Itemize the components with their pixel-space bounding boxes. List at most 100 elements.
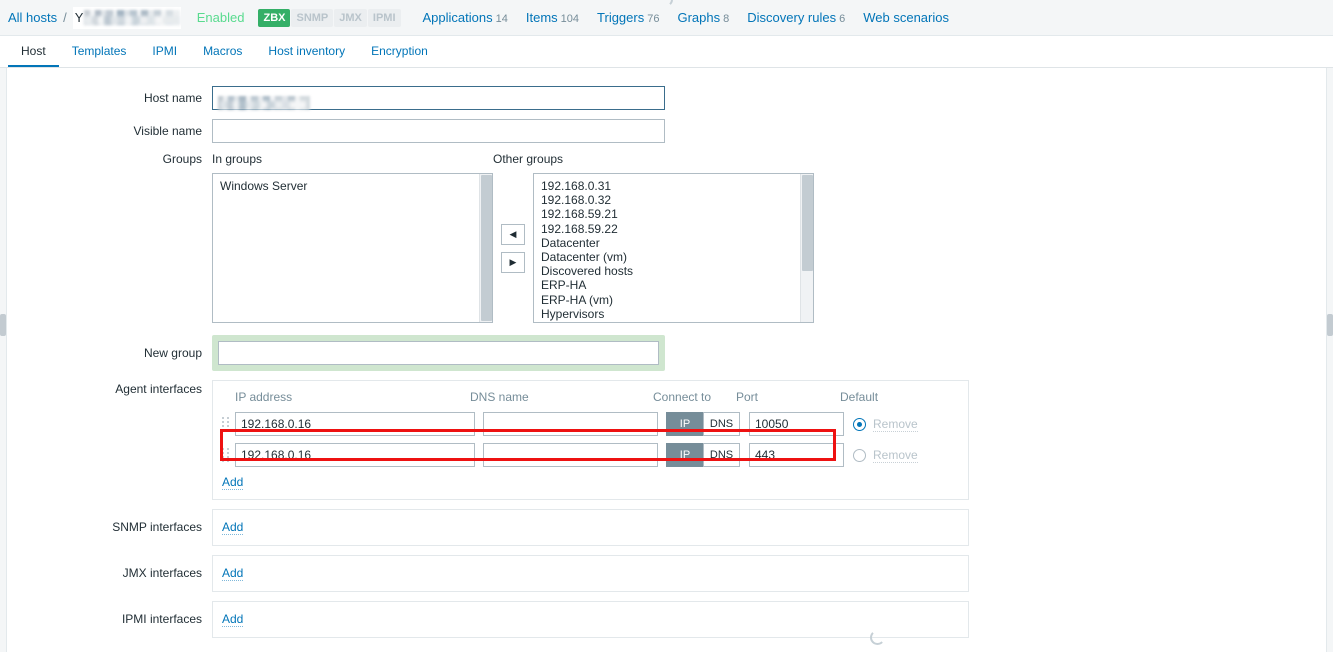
interface-ip-input[interactable] — [235, 412, 475, 436]
list-item[interactable]: Hypervisors — [539, 307, 813, 321]
host-status-toggle[interactable]: Enabled — [197, 10, 245, 25]
label-other-groups: Other groups — [493, 152, 564, 166]
group-transfer-buttons: ◀ ▶ — [493, 173, 533, 323]
label-ipmi-interfaces: IPMI interfaces — [121, 612, 202, 626]
redacted-host-name-overlay — [83, 9, 180, 25]
visible-name-input[interactable] — [212, 119, 665, 143]
jmx-interfaces-panel: Add — [212, 555, 969, 592]
connect-to-ip-button[interactable]: IP — [666, 412, 703, 436]
list-item[interactable]: 192.168.59.22 — [539, 222, 813, 236]
list-item[interactable]: ERP-HA (vm) — [539, 293, 813, 307]
nav-discovery-rules-label: Discovery rules — [747, 10, 837, 25]
nav-discovery-rules-count: 6 — [839, 13, 846, 25]
row-agent-interfaces: Agent interfaces IP address DNS name Con… — [0, 380, 1333, 500]
nav-graphs[interactable]: Graphs 8 — [677, 10, 729, 25]
in-groups-scrollbar[interactable] — [479, 174, 492, 322]
list-item[interactable]: 192.168.0.32 — [539, 193, 813, 207]
list-item[interactable]: 192.168.0.31 — [539, 179, 813, 193]
row-host-name: Host name — [0, 86, 1333, 110]
agent-interfaces-column-headers: IP address DNS name Connect to Port Defa… — [222, 387, 959, 406]
tab-ipmi[interactable]: IPMI — [139, 36, 190, 67]
connect-to-dns-button[interactable]: DNS — [703, 443, 740, 467]
agent-interfaces-panel: IP address DNS name Connect to Port Defa… — [212, 380, 969, 500]
tab-host[interactable]: Host — [8, 36, 59, 67]
interface-port-input[interactable] — [749, 443, 844, 467]
interface-default-cell: Remove — [853, 448, 953, 463]
drag-handle-icon[interactable] — [222, 416, 231, 432]
list-item[interactable]: Windows Server — [218, 179, 492, 193]
in-groups-scroll-thumb[interactable] — [481, 175, 492, 321]
add-snmp-interface-link[interactable]: Add — [222, 520, 244, 535]
in-groups-listbox[interactable]: Windows Server — [212, 173, 493, 323]
new-group-input[interactable] — [218, 341, 659, 365]
tab-templates[interactable]: Templates — [59, 36, 140, 67]
tab-host-inventory[interactable]: Host inventory — [255, 36, 358, 67]
list-item[interactable]: Datacenter (vm) — [539, 250, 813, 264]
add-ipmi-interface-link[interactable]: Add — [222, 612, 244, 627]
interface-connect-toggle: IP DNS — [666, 412, 741, 436]
groups-column-headers: In groups Other groups — [212, 152, 1333, 166]
other-groups-listbox[interactable]: 192.168.0.31 192.168.0.32 192.168.59.21 … — [533, 173, 814, 323]
host-nav-links: Applications 14 Items 104 Triggers 76 Graph… — [423, 10, 949, 25]
drag-handle-icon[interactable] — [222, 447, 231, 463]
label-host-name: Host name — [143, 91, 202, 105]
connect-to-ip-button[interactable]: IP — [666, 443, 703, 467]
badge-zbx[interactable]: ZBX — [258, 8, 291, 27]
nav-web-scenarios[interactable]: Web scenarios — [863, 10, 949, 25]
breadcrumb-host-name[interactable]: Y — [72, 6, 181, 29]
ipmi-interfaces-panel: Add — [212, 601, 969, 638]
row-ipmi-interfaces: IPMI interfaces Add — [0, 601, 1333, 645]
label-snmp-interfaces: SNMP interfaces — [112, 520, 202, 534]
label-in-groups: In groups — [212, 152, 263, 166]
badge-snmp[interactable]: SNMP — [291, 8, 334, 27]
nav-items[interactable]: Items 104 — [526, 10, 579, 25]
agent-interface-row: IP DNS Remove — [222, 411, 959, 437]
badge-ipmi[interactable]: IPMI — [367, 8, 401, 27]
nav-discovery-rules[interactable]: Discovery rules 6 — [747, 10, 845, 25]
breadcrumb-all-hosts[interactable]: All hosts — [8, 10, 57, 25]
default-interface-radio[interactable] — [853, 417, 866, 431]
nav-triggers-label: Triggers — [597, 10, 645, 25]
list-item[interactable]: Discovered hosts — [539, 264, 813, 278]
row-groups: Groups In groups Other groups Windows Se… — [0, 152, 1333, 323]
host-config-tabs: Host Templates IPMI Macros Host inventor… — [0, 36, 1333, 68]
tab-encryption[interactable]: Encryption — [358, 36, 441, 67]
host-name-input[interactable] — [212, 86, 665, 110]
breadcrumb-host-name-text: Y — [74, 9, 84, 25]
remove-interface-link[interactable]: Remove — [873, 448, 918, 463]
interface-dns-input[interactable] — [483, 412, 658, 436]
arrow-left-icon[interactable]: ◀ — [501, 223, 525, 245]
list-item[interactable]: 192.168.59.21 — [539, 207, 813, 221]
list-item[interactable]: ERP-HA — [539, 278, 813, 292]
interface-ip-input[interactable] — [235, 443, 475, 467]
row-snmp-interfaces: SNMP interfaces Add — [0, 509, 1333, 546]
interface-port-input[interactable] — [749, 412, 844, 436]
badge-jmx[interactable]: JMX — [334, 8, 367, 27]
label-visible-name: Visible name — [133, 124, 202, 138]
other-groups-scrollbar[interactable] — [800, 174, 813, 322]
loading-spinner-bottom-icon — [870, 630, 885, 645]
column-connect-to: Connect to — [653, 389, 712, 404]
row-new-group: New group — [0, 335, 1333, 371]
label-new-group: New group — [143, 346, 202, 360]
connect-to-dns-button[interactable]: DNS — [703, 412, 740, 436]
loading-spinner-icon — [658, 0, 673, 7]
interface-dns-input[interactable] — [483, 443, 658, 467]
arrow-right-icon[interactable]: ▶ — [501, 251, 525, 273]
nav-triggers[interactable]: Triggers 76 — [597, 10, 659, 25]
column-dns-name: DNS name — [470, 389, 529, 404]
interface-type-badges: ZBX SNMP JMX IPMI — [258, 8, 401, 27]
list-item[interactable]: Datacenter — [539, 236, 813, 250]
row-visible-name: Visible name — [0, 119, 1333, 143]
other-groups-scroll-thumb[interactable] — [802, 175, 813, 271]
agent-interface-row: IP DNS Remove — [222, 442, 959, 468]
add-jmx-interface-link[interactable]: Add — [222, 566, 244, 581]
tab-macros[interactable]: Macros — [190, 36, 255, 67]
host-config-form: Host name Visible name Groups In groups … — [0, 68, 1333, 645]
default-interface-radio[interactable] — [853, 448, 866, 462]
add-agent-interface-link[interactable]: Add — [222, 475, 244, 490]
remove-interface-link[interactable]: Remove — [873, 417, 918, 432]
nav-applications[interactable]: Applications 14 — [423, 10, 508, 25]
column-ip-address: IP address — [235, 389, 293, 404]
nav-applications-count: 14 — [495, 13, 508, 25]
